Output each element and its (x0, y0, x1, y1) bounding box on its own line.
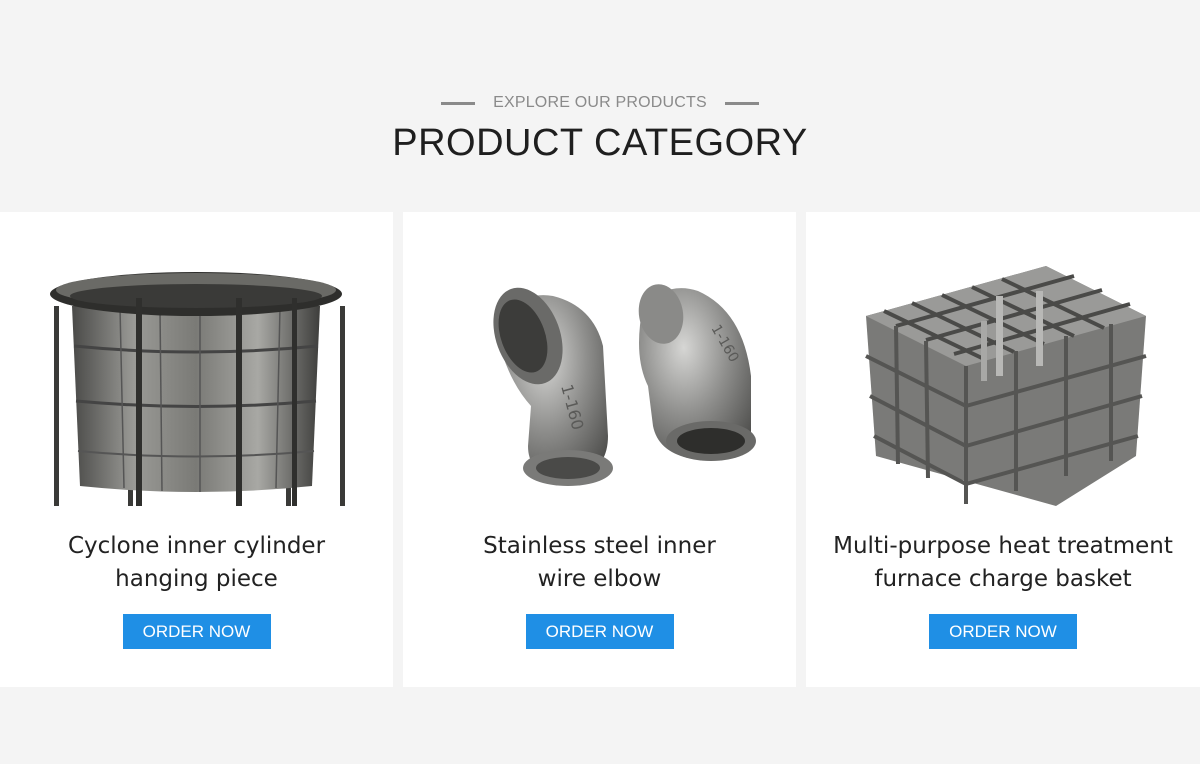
product-name-line2: wire elbow (537, 566, 662, 592)
order-now-button[interactable]: ORDER NOW (525, 614, 674, 649)
product-name-line2: furnace charge basket (874, 566, 1132, 592)
product-grid: Cyclone inner cylinder hanging piece ORD… (0, 212, 1200, 687)
product-card-elbow: 1-160 1-160 Stainless steel inner wire e… (403, 212, 796, 687)
product-name-line1: Multi-purpose heat treatment (833, 533, 1173, 559)
pipe-elbow-photo[interactable]: 1-160 1-160 (443, 236, 756, 516)
cyclone-cylinder-photo[interactable] (40, 236, 353, 516)
charge-basket-photo[interactable] (846, 236, 1159, 516)
product-name[interactable]: Stainless steel inner wire elbow (413, 530, 786, 596)
product-card-cyclone: Cyclone inner cylinder hanging piece ORD… (0, 212, 393, 687)
section-header: EXPLORE OUR PRODUCTS PRODUCT CATEGORY (0, 0, 1200, 212)
section-title: PRODUCT CATEGORY (392, 122, 808, 164)
eyebrow-line-left (441, 101, 476, 105)
product-name[interactable]: Cyclone inner cylinder hanging piece (10, 530, 383, 596)
product-name-line1: Cyclone inner cylinder (67, 533, 326, 559)
eyebrow-text: EXPLORE OUR PRODUCTS (493, 94, 707, 111)
product-card-basket: Multi-purpose heat treatment furnace cha… (806, 212, 1200, 687)
product-name-line1: Stainless steel inner (483, 533, 716, 559)
eyebrow-line-right (724, 101, 759, 105)
product-name[interactable]: Multi-purpose heat treatment furnace cha… (816, 530, 1190, 596)
order-now-button[interactable]: ORDER NOW (929, 614, 1077, 649)
order-now-button[interactable]: ORDER NOW (122, 614, 271, 649)
product-name-line2: hanging piece (115, 566, 278, 592)
section-eyebrow: EXPLORE OUR PRODUCTS (0, 94, 1200, 112)
